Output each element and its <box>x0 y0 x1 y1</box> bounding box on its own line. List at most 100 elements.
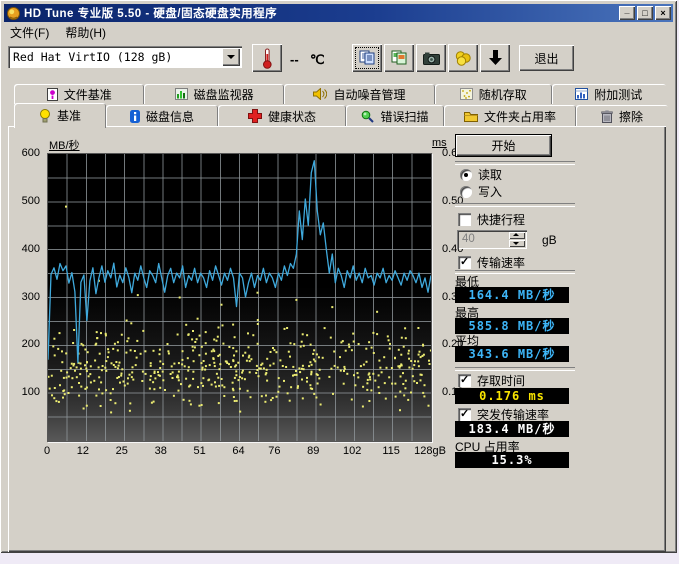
tab-extra-tests[interactable]: 附加测试 <box>552 84 666 104</box>
tab-row-secondary: 文件基准 磁盘监视器 自动噪音管理 随机存取 <box>14 84 666 104</box>
access-time-checkbox[interactable]: ✓ 存取时间 <box>458 372 525 389</box>
tab-label: 擦除 <box>619 108 643 125</box>
access-time-value: 0.176 ms <box>455 388 569 404</box>
read-mode-label: 读取 <box>478 166 502 183</box>
tab-label: 文件夹占用率 <box>484 108 556 125</box>
chart-canvas <box>48 154 431 441</box>
spinner-buttons <box>509 232 525 247</box>
extra-tests-icon <box>575 88 588 100</box>
tick-label: 0 <box>32 445 62 457</box>
tick-label: 38 <box>146 445 176 457</box>
tick-label: 128gB <box>408 445 452 457</box>
tab-aam[interactable]: 自动噪音管理 <box>284 84 435 104</box>
close-button[interactable]: × <box>655 6 671 20</box>
tab-label: 自动噪音管理 <box>333 86 405 103</box>
health-cross-icon <box>248 109 262 123</box>
separator <box>455 367 575 371</box>
checkbox-icon: ✓ <box>458 374 471 387</box>
save-button[interactable] <box>480 44 510 72</box>
tab-label: 基准 <box>57 107 81 124</box>
radio-icon <box>460 169 472 181</box>
min-value: 164.4 MB/秒 <box>455 287 569 303</box>
radio-icon <box>460 186 472 198</box>
drive-select-value: Red Hat VirtIO (128 gB) <box>13 50 172 64</box>
read-mode-radio[interactable]: 读取 <box>460 166 502 183</box>
spinner-value: 40 <box>462 233 475 245</box>
random-access-icon <box>460 88 473 100</box>
benchmark-page: MB/秒 ms 600500400300200100 0.600.500.400… <box>8 126 666 552</box>
tick-label: 200 <box>22 338 40 350</box>
maximize-button[interactable]: □ <box>637 6 653 20</box>
start-button[interactable]: 开始 <box>455 134 552 157</box>
temperature-button[interactable] <box>252 44 282 72</box>
trash-icon <box>601 110 613 123</box>
menu-help[interactable]: 帮助(H) <box>59 23 112 42</box>
tab-label: 文件基准 <box>64 86 112 103</box>
camera-button[interactable] <box>416 44 446 72</box>
thermometer-icon <box>262 48 273 69</box>
short-stroke-unit: gB <box>542 233 557 247</box>
tick-label: 25 <box>107 445 137 457</box>
tick-label: 400 <box>22 243 40 255</box>
write-mode-label: 写入 <box>478 183 502 200</box>
copy-screenshot-button[interactable] <box>384 44 414 72</box>
cpu-usage-value: 15.3% <box>455 452 569 468</box>
tick-label: 100 <box>22 386 40 398</box>
tick-label: 115 <box>376 445 406 457</box>
write-mode-radio[interactable]: 写入 <box>460 183 502 200</box>
tick-label: 300 <box>22 291 40 303</box>
burst-rate-value: 183.4 MB/秒 <box>455 421 569 437</box>
tab-random-access[interactable]: 随机存取 <box>435 84 552 104</box>
tick-label: 64 <box>224 445 254 457</box>
tick-label: 600 <box>22 147 40 159</box>
app-window: HD Tune 专业版 5.50 - 硬盘/固态硬盘实用程序 _ □ × 文件(… <box>0 0 677 553</box>
tick-label: 76 <box>259 445 289 457</box>
menu-file[interactable]: 文件(F) <box>4 23 55 42</box>
copy-results-button[interactable] <box>352 44 382 72</box>
tab-health[interactable]: 健康状态 <box>218 105 346 127</box>
tab-label: 附加测试 <box>594 86 642 103</box>
tick-label: 500 <box>22 195 40 207</box>
menu-bar: 文件(F) 帮助(H) <box>4 24 112 41</box>
spinner-up-icon[interactable] <box>509 232 525 239</box>
drive-select[interactable]: Red Hat VirtIO (128 gB) <box>8 46 242 68</box>
tab-label: 随机存取 <box>479 86 527 103</box>
tab-label: 健康状态 <box>268 108 316 125</box>
title-bar: HD Tune 专业版 5.50 - 硬盘/固态硬盘实用程序 _ □ × <box>4 4 673 22</box>
tab-disk-monitor[interactable]: 磁盘监视器 <box>144 84 284 104</box>
tab-file-benchmark[interactable]: 文件基准 <box>14 84 144 104</box>
exit-button[interactable]: 退出 <box>519 45 574 71</box>
transfer-rate-checkbox[interactable]: ✓ 传输速率 <box>458 254 525 271</box>
tab-erase[interactable]: 擦除 <box>576 105 668 127</box>
minimize-button[interactable]: _ <box>619 6 635 20</box>
short-stroke-size-spinner[interactable]: 40 <box>457 230 527 249</box>
tick-label: 102 <box>337 445 367 457</box>
disk-monitor-icon <box>175 88 188 100</box>
spinner-down-icon[interactable] <box>509 240 525 247</box>
tab-benchmark[interactable]: 基准 <box>14 103 106 128</box>
tab-folder-usage[interactable]: 文件夹占用率 <box>444 105 576 127</box>
magnifier-icon <box>361 110 374 123</box>
camera-icon <box>423 52 440 65</box>
tick-label: 51 <box>185 445 215 457</box>
temperature-unit: ℃ <box>310 52 325 68</box>
window-title: HD Tune 专业版 5.50 - 硬盘/固态硬盘实用程序 <box>24 5 277 21</box>
tab-error-scan[interactable]: 错误扫描 <box>346 105 444 127</box>
separator <box>455 161 575 165</box>
lightbulb-icon <box>39 109 51 123</box>
donate-button[interactable] <box>448 44 478 72</box>
info-icon <box>130 110 140 123</box>
y-left-axis-title: MB/秒 <box>49 137 80 153</box>
tab-row-primary: 基准 磁盘信息 健康状态 错误扫描 <box>14 103 668 127</box>
x-ticks: 012253851647689102115128gB <box>47 445 467 459</box>
tab-disk-info[interactable]: 磁盘信息 <box>106 105 218 127</box>
short-stroke-checkbox[interactable]: 快捷行程 <box>458 211 525 228</box>
copy-screenshot-icon <box>391 50 408 66</box>
temperature-value: -- <box>290 52 299 67</box>
y-left-ticks: 600500400300200100 <box>10 154 44 441</box>
checkbox-icon: ✓ <box>458 256 471 269</box>
dropdown-arrow-icon[interactable] <box>222 48 240 66</box>
transfer-rate-label: 传输速率 <box>477 254 525 271</box>
tab-label: 磁盘信息 <box>146 108 194 125</box>
hdtune-app-icon <box>7 7 20 20</box>
